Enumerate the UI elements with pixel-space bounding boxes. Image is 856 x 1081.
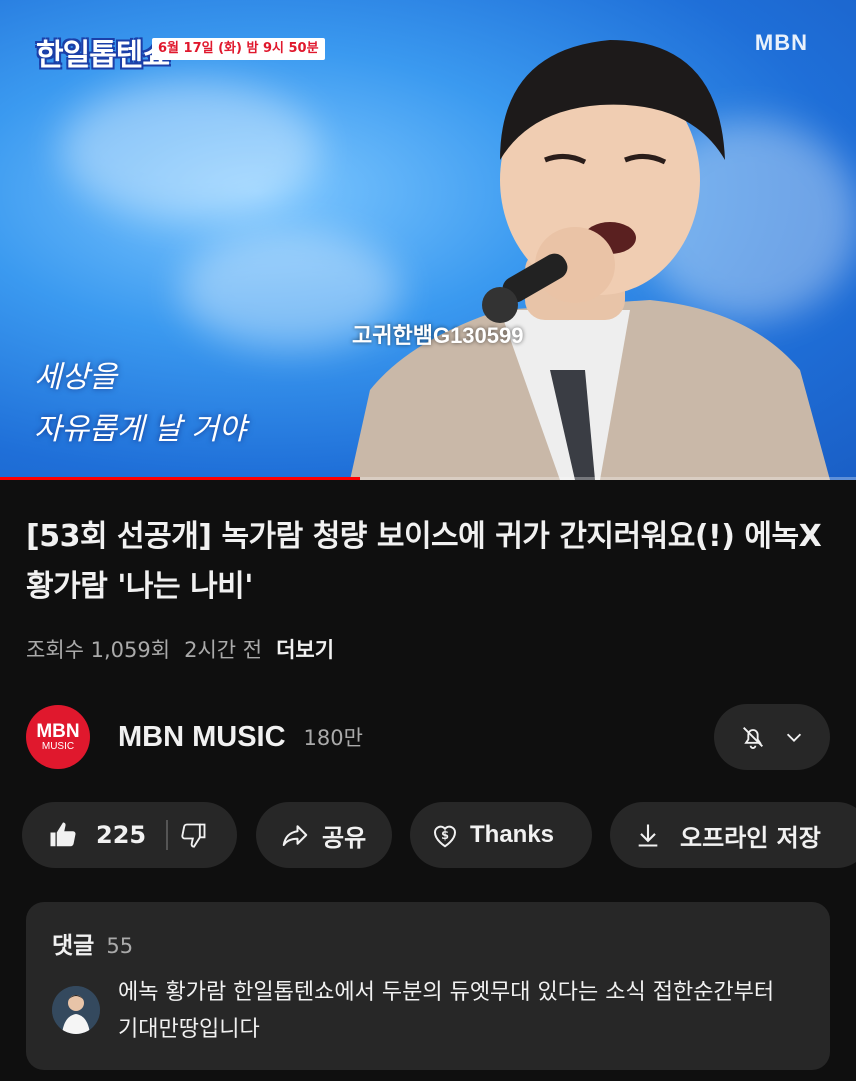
- subscriber-count: 180만: [303, 726, 363, 750]
- svg-text:$: $: [441, 829, 449, 842]
- like-count: 225: [96, 821, 147, 849]
- action-bar: 225 공유 $ Thanks 오프라인 저장: [0, 802, 856, 868]
- offline-save-label: 오프라인 저장: [680, 823, 821, 852]
- share-button[interactable]: 공유: [256, 802, 392, 868]
- progress-fill: [0, 477, 360, 480]
- video-player[interactable]: 한일톱텐쇼 6월 17일 (화) 밤 9시 50분 MBN 고귀한뱀G13059…: [0, 0, 856, 480]
- overlay-username: 고귀한뱀G130599: [352, 323, 524, 348]
- top-comment-text: 에녹 황가람 한일톱텐쇼에서 두분의 듀엣무대 있다는 소식 접한순간부터 기대…: [118, 980, 775, 1042]
- avatar-text-main: MBN: [36, 720, 80, 742]
- offline-save-button[interactable]: 오프라인 저장: [610, 802, 856, 868]
- like-dislike-button[interactable]: 225: [22, 802, 237, 868]
- comments-header: 댓글 55: [52, 926, 133, 960]
- avatar-text-sub: MUSIC: [41, 740, 75, 752]
- lyric-line-2: 자유롭게 날 거야: [34, 412, 247, 447]
- channel-avatar[interactable]: MBN MUSIC: [26, 705, 90, 769]
- singer-figure: [350, 40, 830, 480]
- thanks-button[interactable]: $ Thanks: [410, 802, 592, 868]
- heart-dollar-icon: $: [434, 825, 456, 848]
- comments-label: 댓글: [52, 933, 95, 959]
- download-icon: [638, 824, 658, 847]
- video-meta[interactable]: 조회수 1,059회 2시간 전 더보기: [26, 634, 334, 664]
- upload-time: 2시간 전: [184, 638, 263, 662]
- thanks-label: Thanks: [470, 821, 555, 848]
- cloud-decoration: [60, 80, 320, 220]
- share-label: 공유: [322, 823, 367, 852]
- chevron-down-icon: [786, 733, 802, 742]
- thumbs-down-icon[interactable]: [180, 821, 208, 849]
- share-arrow-icon: [282, 825, 308, 846]
- video-title[interactable]: [53회 선공개] 녹가람 청량 보이스에 귀가 간지러워요(!) 에녹X황가람…: [26, 512, 826, 612]
- lyric-line-1: 세상을: [34, 360, 117, 395]
- comments-count: 55: [106, 934, 134, 958]
- like-divider: [166, 820, 169, 850]
- thumbs-up-icon[interactable]: [48, 820, 78, 850]
- channel-name[interactable]: MBN MUSIC: [118, 721, 286, 754]
- commenter-avatar[interactable]: [52, 986, 100, 1034]
- view-count: 조회수 1,059회: [26, 638, 171, 662]
- commenter-avatar-image: [52, 986, 100, 1034]
- air-time-badge: 6월 17일 (화) 밤 9시 50분: [152, 38, 325, 60]
- comments-panel[interactable]: 댓글 55 에녹 황가람 한일톱텐쇼에서 두분의 듀엣무대 있다는 소식 접한순…: [26, 902, 830, 1070]
- more-link[interactable]: 더보기: [276, 634, 334, 664]
- channel-row: MBN MUSIC MBN MUSIC 180만: [26, 704, 830, 770]
- bell-off-icon: [743, 727, 763, 749]
- show-logo: 한일톱텐쇼: [36, 38, 170, 73]
- notification-button[interactable]: [714, 704, 830, 770]
